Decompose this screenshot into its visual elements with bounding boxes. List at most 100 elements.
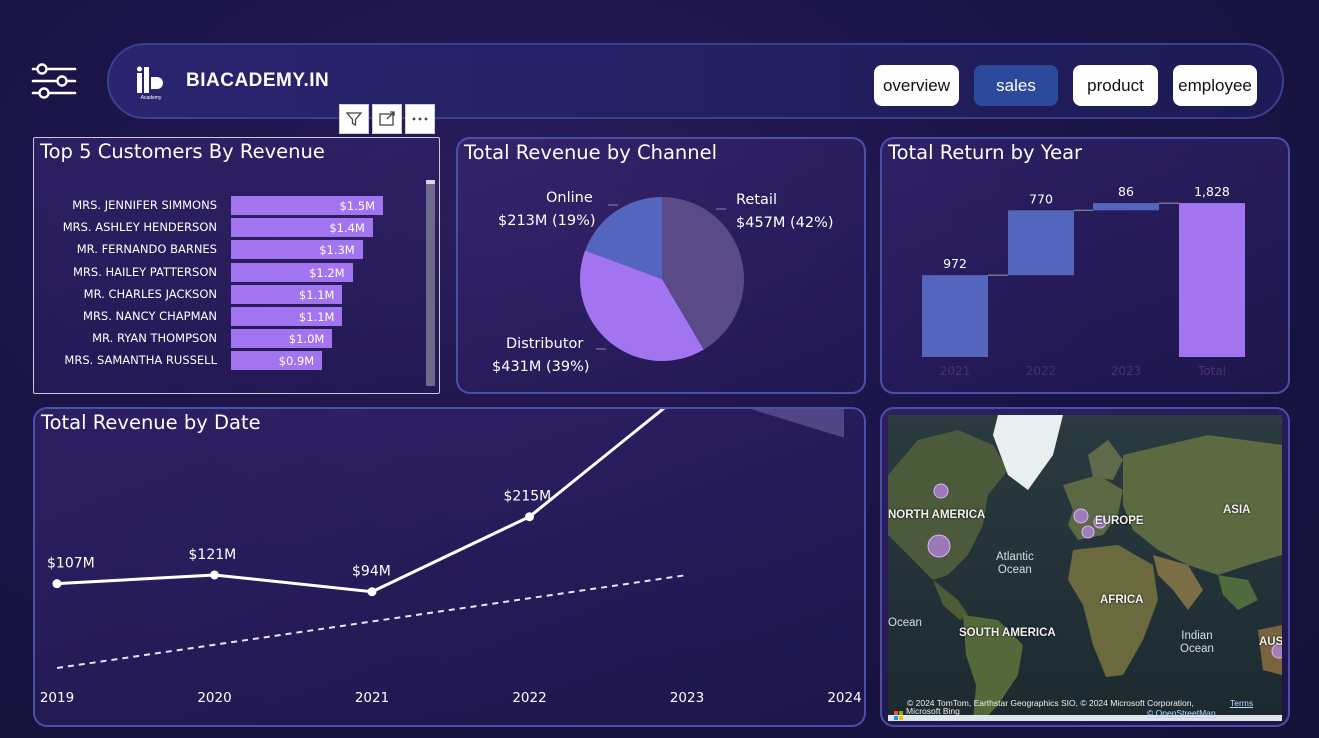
map-label-pacific-ocean: Ocean	[888, 617, 922, 629]
customer-bar[interactable]: $1.0M	[231, 329, 333, 349]
pie-value-label: $431M (39%)	[492, 359, 590, 375]
x-axis-tick-label: 2022	[512, 690, 546, 706]
customer-name: MR. RYAN THOMPSON	[92, 331, 217, 346]
line-point[interactable]	[52, 579, 62, 589]
map-label-australia: AUS	[1259, 636, 1282, 648]
logo-caption: Academy	[141, 95, 162, 101]
line-data-label: $121M	[189, 547, 237, 563]
line-data-label: $215M	[504, 489, 552, 505]
customer-row[interactable]: MRS. SAMANTHA RUSSELL $0.9M	[34, 351, 434, 371]
brand-name: BIACADEMY.IN	[186, 70, 330, 91]
focus-mode-icon[interactable]	[372, 104, 402, 134]
microsoft-logo-icon	[894, 705, 903, 720]
pie-category-label: Retail	[736, 192, 777, 208]
customer-bar[interactable]: $1.4M	[231, 218, 373, 238]
customer-value-label: $1.1M	[298, 310, 335, 324]
x-axis-tick-label: 2020	[197, 690, 231, 706]
map-label-europe: EUROPE	[1095, 515, 1144, 527]
waterfall-bar[interactable]	[922, 275, 988, 357]
map-label-atlantic-ocean: Atlantic Ocean	[996, 551, 1034, 576]
pie-category-label: Online	[546, 190, 593, 206]
map-bubble	[1081, 525, 1095, 539]
customer-bar[interactable]: $1.1M	[231, 284, 343, 304]
customer-value-label: $1.4M	[329, 221, 365, 236]
customer-row[interactable]: MRS. HAILEY PATTERSON $1.2M	[34, 262, 434, 283]
customer-value-label: $1.5M	[339, 199, 375, 213]
tab-overview[interactable]: overview	[874, 65, 959, 106]
revenue-by-channel-panel[interactable]: Total Revenue by Channel Retail $457M (42…	[456, 137, 866, 394]
line-data-label: $107M	[47, 556, 95, 572]
pie-value-label: $457M (42%)	[736, 215, 834, 231]
waterfall-bar[interactable]	[1008, 210, 1074, 276]
customer-bar[interactable]: $1.3M	[231, 240, 363, 260]
waterfall-bar[interactable]	[1179, 203, 1245, 357]
x-axis-tick-label: 2019	[40, 690, 74, 706]
waterfall-category-label: Total	[1197, 364, 1226, 378]
customer-row[interactable]: MR. RYAN THOMPSON $1.0M	[34, 329, 434, 349]
map-bubble	[927, 534, 951, 558]
biacademy-logo: Academy	[135, 65, 167, 101]
revenue-by-date-panel[interactable]: Total Revenue by Date $107M $121M $94M $215…	[33, 407, 866, 727]
x-axis-tick-label: 2024	[827, 690, 861, 706]
map-bubble	[933, 483, 949, 499]
more-options-icon[interactable]	[405, 104, 435, 134]
pie-value-label: $213M (19%)	[498, 213, 596, 229]
x-axis-tick-label: 2023	[670, 690, 704, 706]
scrollbar-thumb[interactable]	[426, 180, 435, 184]
customer-value-label: $1.1M	[298, 287, 335, 302]
customer-name: MRS. SAMANTHA RUSSELL	[64, 353, 217, 368]
top-customers-panel[interactable]: Top 5 Customers By Revenue MRS. JENNIFER…	[33, 137, 440, 394]
waterfall-chart: 972 2021 770 2022 86 2023 1,828 Total	[922, 184, 1245, 378]
customer-row[interactable]: MRS. ASHLEY HENDERSON $1.4M	[34, 218, 434, 238]
return-by-year-panel[interactable]: Total Return by Year 972 2021 770 2022 86 202…	[880, 137, 1290, 394]
scrollbar[interactable]	[426, 180, 435, 386]
top-customers-title: Top 5 Customers By Revenue	[40, 140, 325, 163]
waterfall-value-label: 770	[1029, 191, 1053, 206]
customer-bar[interactable]: $1.5M	[231, 196, 383, 215]
customer-name: MRS. ASHLEY HENDERSON	[62, 220, 217, 235]
customer-bar[interactable]: $0.9M	[231, 351, 323, 371]
tab-product[interactable]: product	[1073, 65, 1158, 106]
pie-category-label: Distributor	[506, 336, 583, 352]
customer-value-label: $1.2M	[309, 265, 345, 280]
pie-chart: Retail $457M (42%) Distributor $431M (39%) O…	[492, 190, 834, 375]
waterfall-value-label: 972	[943, 256, 967, 271]
waterfall-value-label: 1,828	[1194, 184, 1230, 199]
tab-sales[interactable]: sales	[974, 65, 1058, 106]
line-point[interactable]	[367, 587, 377, 597]
map-label-indian-ocean: Indian Ocean	[1180, 630, 1214, 655]
map-label-africa: AFRICA	[1100, 594, 1144, 606]
customer-bar[interactable]: $1.2M	[231, 262, 353, 282]
map-bing-label: Microsoft Bing	[906, 706, 960, 716]
line-point[interactable]	[210, 570, 219, 580]
customer-name: MRS. NANCY CHAPMAN	[83, 309, 217, 323]
map-label-asia: ASIA	[1223, 504, 1251, 516]
map-label-north-america: NORTH AMERICA	[888, 509, 986, 521]
line-data-label: $94M	[352, 564, 391, 580]
visual-header-toolbar	[339, 104, 435, 134]
customer-value-label: $1.3M	[319, 243, 355, 258]
map-panel[interactable]: NORTH AMERICA EUROPE ASIA AFRICA SOUTH A…	[880, 407, 1290, 727]
customer-row[interactable]: MRS. NANCY CHAPMAN $1.1M	[34, 307, 434, 327]
forecast-cone	[750, 409, 844, 438]
world-map[interactable]: NORTH AMERICA EUROPE ASIA AFRICA SOUTH A…	[888, 415, 1282, 721]
customer-row[interactable]: MR. FERNANDO BARNES $1.3M	[34, 240, 434, 260]
waterfall-category-label: 2021	[940, 364, 971, 378]
customer-name: MRS. HAILEY PATTERSON	[72, 264, 217, 279]
customer-name: MR. FERNANDO BARNES	[76, 242, 217, 257]
waterfall-bar[interactable]	[1093, 203, 1159, 211]
top-navigation-bar: Academy BIACADEMY.IN overview sales prod…	[107, 43, 1284, 119]
map-terms-link[interactable]: Terms	[1230, 698, 1253, 708]
customer-bar[interactable]: $1.1M	[231, 307, 343, 326]
filter-icon[interactable]	[339, 104, 369, 134]
customer-value-label: $0.9M	[278, 354, 315, 369]
line-point[interactable]	[525, 512, 534, 522]
tab-employee[interactable]: employee	[1173, 65, 1257, 106]
waterfall-category-label: 2022	[1026, 364, 1057, 378]
customer-row[interactable]: MR. CHARLES JACKSON $1.1M	[34, 284, 434, 305]
sliders-icon[interactable]	[30, 62, 78, 100]
customer-name: MRS. JENNIFER SIMMONS	[72, 198, 217, 212]
customer-row[interactable]: MRS. JENNIFER SIMMONS $1.5M	[34, 196, 434, 216]
map-bubble	[1073, 508, 1089, 524]
map-osm-link[interactable]: © OpenStreetMap	[1147, 708, 1216, 718]
